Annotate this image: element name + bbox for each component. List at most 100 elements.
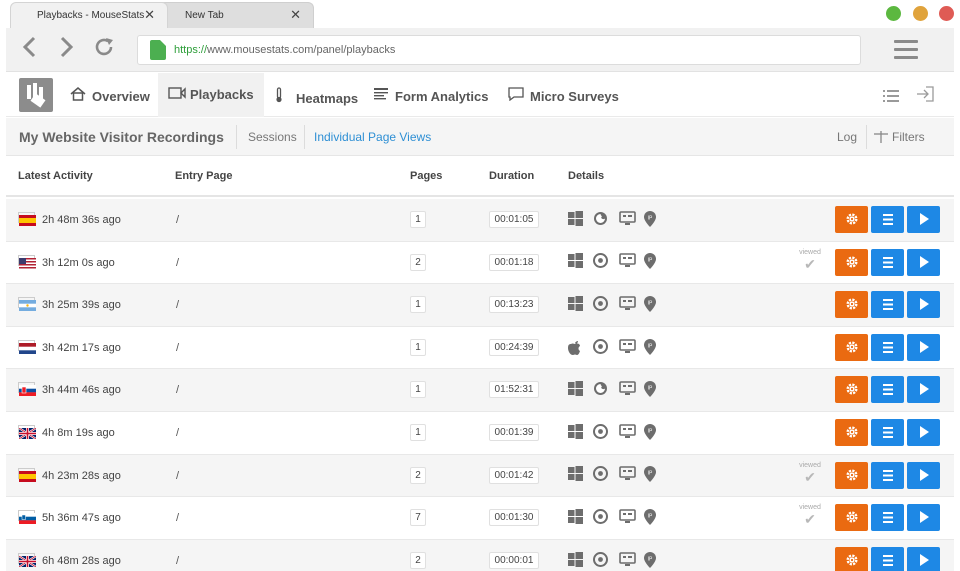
table-row[interactable]: 3h 42m 17s ago / 1 00:24:39 IP: [6, 327, 954, 370]
col-entry-page[interactable]: Entry Page: [175, 170, 232, 182]
play-button[interactable]: [907, 418, 940, 446]
play-button[interactable]: [907, 504, 940, 532]
settings-button[interactable]: [835, 248, 868, 276]
address-bar[interactable]: https://www.mousestats.com/panel/playbac…: [137, 35, 861, 65]
row-actions: [835, 504, 943, 532]
log-link[interactable]: Log: [837, 130, 857, 144]
screen-resolution-icon[interactable]: [619, 466, 636, 482]
filters-label: Filters: [892, 130, 925, 144]
col-latest-activity[interactable]: Latest Activity: [18, 170, 93, 182]
screen-resolution-icon[interactable]: [619, 551, 636, 568]
screen-resolution-icon[interactable]: [619, 338, 636, 355]
play-button[interactable]: [907, 546, 940, 571]
duration-value: 00:01:05: [489, 211, 539, 228]
pages-list-button[interactable]: [871, 376, 904, 404]
pages-list-button[interactable]: [871, 206, 904, 233]
play-icon: [919, 468, 929, 481]
app-navigation: Overview Playbacks Heatmaps Form Analyti…: [6, 73, 954, 117]
back-button[interactable]: [16, 36, 44, 64]
pages-list-button[interactable]: [871, 333, 904, 361]
settings-button[interactable]: [835, 504, 868, 532]
entry-page[interactable]: /: [176, 299, 179, 311]
play-button[interactable]: [907, 248, 940, 276]
table-row[interactable]: 3h 25m 39s ago / 1 00:13:23 IP: [6, 284, 954, 327]
play-button[interactable]: [907, 333, 940, 361]
screen-resolution-icon[interactable]: [619, 253, 636, 269]
minimize-button[interactable]: [886, 6, 902, 21]
logout-icon[interactable]: [910, 86, 940, 107]
ip-location-icon[interactable]: IP: [644, 551, 660, 568]
ip-location-icon[interactable]: IP: [644, 338, 660, 355]
nav-heatmaps[interactable]: Heatmaps: [264, 73, 368, 117]
entry-page[interactable]: /: [176, 555, 179, 567]
ip-location-icon[interactable]: IP: [644, 508, 660, 525]
settings-button[interactable]: [835, 418, 868, 446]
screen-resolution-icon[interactable]: [619, 381, 636, 397]
ip-location-icon[interactable]: IP: [644, 253, 660, 270]
table-row[interactable]: 3h 12m 0s ago / 2 00:01:18 IP viewed ✔: [6, 242, 954, 285]
nav-form-analytics[interactable]: Form Analytics: [363, 73, 498, 117]
table-row[interactable]: 3h 44m 46s ago / 1 01:52:31 IP: [6, 369, 954, 412]
entry-page[interactable]: /: [176, 214, 179, 226]
tab-new-tab[interactable]: New Tab ✕: [158, 2, 314, 28]
settings-button[interactable]: [835, 546, 868, 571]
tab-sessions[interactable]: Sessions: [248, 130, 297, 144]
screen-resolution-icon[interactable]: [619, 509, 636, 525]
screen-resolution-icon[interactable]: [619, 296, 636, 312]
entry-page[interactable]: /: [176, 342, 179, 354]
row-actions: [835, 546, 943, 571]
table-row[interactable]: 5h 36m 47s ago / 7 00:01:30 IP viewed ✔: [6, 497, 954, 540]
pages-list-button[interactable]: [871, 504, 904, 532]
pages-list-button[interactable]: [871, 248, 904, 276]
nav-playbacks[interactable]: Playbacks: [158, 73, 264, 117]
ip-location-icon[interactable]: IP: [644, 210, 660, 227]
settings-button[interactable]: [835, 291, 868, 319]
forward-button[interactable]: [52, 36, 80, 64]
nav-overview[interactable]: Overview: [60, 73, 160, 117]
entry-page[interactable]: /: [176, 512, 179, 524]
settings-button[interactable]: [835, 333, 868, 361]
entry-page[interactable]: /: [176, 470, 179, 482]
close-icon[interactable]: ✕: [144, 7, 155, 23]
ip-location-icon[interactable]: IP: [644, 381, 660, 398]
ip-location-icon[interactable]: IP: [644, 295, 660, 312]
entry-page[interactable]: /: [176, 427, 179, 439]
close-icon[interactable]: ✕: [290, 7, 301, 23]
settings-button[interactable]: [835, 461, 868, 489]
maximize-button[interactable]: [912, 6, 928, 21]
settings-button[interactable]: [835, 206, 868, 233]
close-window-button[interactable]: [939, 6, 954, 21]
table-row[interactable]: 2h 48m 36s ago / 1 00:01:05 IP: [6, 199, 954, 242]
tab-individual-page-views[interactable]: Individual Page Views: [314, 130, 431, 144]
screen-resolution-icon[interactable]: [619, 210, 636, 227]
table-row[interactable]: 4h 23m 28s ago / 2 00:01:42 IP viewed ✔: [6, 454, 954, 498]
tab-playbacks[interactable]: Playbacks - MouseStats ✕: [10, 2, 168, 28]
play-button[interactable]: [907, 376, 940, 404]
country-flag-gb: [18, 552, 37, 568]
ip-location-icon[interactable]: IP: [644, 423, 660, 440]
list-view-icon[interactable]: [876, 89, 906, 107]
table-row[interactable]: 4h 8m 19s ago / 1 00:01:39 IP: [6, 412, 954, 455]
ip-location-icon[interactable]: IP: [644, 466, 660, 483]
pages-list-button[interactable]: [871, 546, 904, 571]
entry-page[interactable]: /: [176, 257, 179, 269]
nav-micro-surveys[interactable]: Micro Surveys: [498, 73, 629, 117]
entry-page[interactable]: /: [176, 384, 179, 396]
screen-resolution-icon[interactable]: [619, 423, 636, 440]
play-button[interactable]: [907, 291, 940, 319]
play-button[interactable]: [907, 461, 940, 489]
col-pages[interactable]: Pages: [410, 170, 442, 182]
table-row[interactable]: 6h 48m 28s ago / 2 00:00:01 IP: [6, 539, 954, 571]
reload-button[interactable]: [90, 36, 118, 64]
play-icon: [919, 383, 929, 396]
row-actions: [835, 461, 943, 490]
browser-menu-button[interactable]: [894, 40, 918, 60]
pages-list-button[interactable]: [871, 461, 904, 489]
col-duration[interactable]: Duration: [489, 170, 534, 182]
mousestats-logo[interactable]: [19, 78, 53, 112]
pages-list-button[interactable]: [871, 291, 904, 319]
settings-button[interactable]: [835, 376, 868, 404]
filters-button[interactable]: Filters: [874, 130, 925, 144]
play-button[interactable]: [907, 206, 940, 233]
pages-list-button[interactable]: [871, 418, 904, 446]
